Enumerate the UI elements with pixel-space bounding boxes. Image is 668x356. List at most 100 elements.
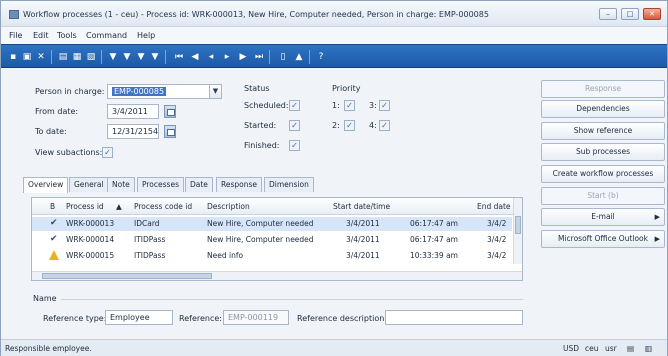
priority-2-checkbox[interactable]: ✓	[344, 120, 355, 131]
cell-start-time: 06:17:47 am	[410, 235, 458, 244]
new-icon[interactable]: ▪	[7, 51, 19, 63]
cell-start-date: 3/4/2011	[346, 235, 380, 244]
alert-icon[interactable]: ▲	[293, 51, 305, 63]
finished-label: Finished:	[244, 141, 280, 150]
grid-horizontal-scroll-thumb[interactable]	[42, 273, 212, 279]
tab-overview[interactable]: Overview	[23, 177, 69, 193]
dependencies-button[interactable]: Dependencies	[541, 100, 665, 118]
column-header-end-date[interactable]: End date	[477, 202, 511, 211]
person-in-charge-field[interactable]: EMP-000085	[107, 84, 211, 99]
check-icon: ✔	[50, 218, 58, 228]
calendar-icon[interactable]	[164, 125, 176, 138]
status-currency[interactable]: USD	[563, 344, 579, 353]
view-subactions-label: View subactions:	[35, 148, 103, 157]
tab-processes[interactable]: Processes	[137, 177, 184, 192]
email-button-label: E-mail	[591, 212, 615, 221]
tab-general[interactable]: General	[69, 177, 109, 192]
cell-process-code-id: ITIDPass	[134, 251, 166, 260]
cell-process-id: WRK-000013	[66, 219, 115, 228]
menu-tools[interactable]: Tools	[57, 31, 77, 40]
filter-icon[interactable]: ▼	[107, 51, 119, 63]
cell-process-code-id: ITIDPass	[134, 235, 166, 244]
grid-horizontal-scrollbar[interactable]	[32, 271, 522, 280]
finished-checkbox[interactable]: ✓	[289, 140, 300, 151]
column-header-process-id[interactable]: Process id	[66, 202, 104, 211]
email-button[interactable]: E-mail ▶	[541, 208, 665, 226]
outlook-button[interactable]: Microsoft Office Outlook ▶	[541, 230, 665, 248]
copy-icon[interactable]: ▧	[85, 51, 97, 63]
save-icon[interactable]: ▣	[21, 51, 33, 63]
menu-help[interactable]: Help	[137, 31, 155, 40]
menu-bar: File Edit Tools Command Help	[1, 27, 667, 44]
table-row[interactable]: ✔ WRK-000013 IDCard New Hire, Computer n…	[32, 217, 512, 231]
title-bar: Workflow processes (1 - ceu) - Process i…	[1, 1, 667, 27]
status-company[interactable]: ceu	[585, 344, 599, 353]
print-icon[interactable]: ▤	[57, 51, 69, 63]
grid-vertical-scroll-thumb[interactable]	[515, 216, 521, 234]
view-subactions-checkbox[interactable]: ✓	[102, 147, 113, 158]
status-bar: Responsible employee. USD ceu usr ▤ ▥	[1, 339, 667, 356]
table-row[interactable]: ✔ WRK-000014 ITIDPass New Hire, Computer…	[32, 233, 512, 247]
start-button[interactable]: Start (b)	[541, 187, 665, 205]
tab-dimension[interactable]: Dimension	[264, 177, 314, 192]
reference-label: Reference:	[179, 314, 222, 323]
preview-icon[interactable]: ▦	[71, 51, 83, 63]
maximize-button[interactable]: □	[621, 8, 639, 20]
status-heading: Status	[244, 84, 270, 93]
priority-4-checkbox[interactable]: ✓	[379, 120, 390, 131]
menu-command[interactable]: Command	[86, 31, 127, 40]
table-row[interactable]: WRK-000015 ITIDPass Need info 3/4/2011 1…	[32, 249, 512, 263]
first-record-icon[interactable]: ⏮	[173, 51, 185, 63]
create-workflow-processes-button[interactable]: Create workflow processes	[541, 165, 665, 183]
last-record-icon[interactable]: ⏭	[253, 51, 265, 63]
minimize-button[interactable]: –	[599, 8, 617, 20]
chevron-down-icon[interactable]: ▼	[209, 84, 222, 99]
next-record-icon[interactable]: ▸	[221, 51, 233, 63]
session-icon[interactable]: ▥	[645, 344, 652, 353]
show-reference-button[interactable]: Show reference	[541, 122, 665, 140]
tab-date[interactable]: Date	[185, 177, 213, 192]
filter-selection-icon[interactable]: ▼	[121, 51, 133, 63]
next-page-icon[interactable]: ▶	[237, 51, 249, 63]
previous-record-icon[interactable]: ◂	[205, 51, 217, 63]
advanced-filter-icon[interactable]: ▼	[135, 51, 147, 63]
document-icon[interactable]: ▯	[277, 51, 289, 63]
column-header-description[interactable]: Description	[207, 202, 250, 211]
person-in-charge-label: Person in charge:	[35, 87, 105, 96]
database-icon[interactable]: ▤	[627, 344, 634, 353]
tab-response[interactable]: Response	[216, 177, 263, 192]
calendar-icon[interactable]	[164, 105, 176, 118]
reference-type-field[interactable]: Employee	[105, 310, 173, 325]
help-icon[interactable]: ?	[315, 51, 327, 63]
menu-file[interactable]: File	[9, 31, 22, 40]
previous-page-icon[interactable]: ◀	[189, 51, 201, 63]
reference-type-label: Reference type:	[43, 314, 107, 323]
column-header-b[interactable]: B	[50, 202, 55, 211]
grid-vertical-scrollbar[interactable]	[513, 198, 522, 264]
clear-filter-icon[interactable]: ▼	[149, 51, 161, 63]
warning-icon	[49, 250, 59, 260]
priority-heading: Priority	[332, 84, 361, 93]
started-checkbox[interactable]: ✓	[289, 120, 300, 131]
menu-edit[interactable]: Edit	[33, 31, 49, 40]
from-date-field[interactable]: 3/4/2011	[107, 104, 159, 119]
toolbar-separator	[269, 50, 270, 64]
priority-3-checkbox[interactable]: ✓	[379, 100, 390, 111]
scheduled-checkbox[interactable]: ✓	[289, 100, 300, 111]
delete-icon[interactable]: ✕	[35, 51, 47, 63]
priority-1-checkbox[interactable]: ✓	[344, 100, 355, 111]
workflow-processes-window: Workflow processes (1 - ceu) - Process i…	[0, 0, 668, 356]
close-button[interactable]: ✕	[643, 8, 661, 20]
to-date-field[interactable]: 12/31/2154	[107, 124, 159, 139]
tab-note[interactable]: Note	[107, 177, 135, 192]
column-header-process-code-id[interactable]: Process code id	[134, 202, 192, 211]
column-header-start-date-time[interactable]: Start date/time	[333, 202, 390, 211]
reference-description-field[interactable]	[385, 310, 523, 325]
cell-start-time: 10:33:39 am	[410, 251, 458, 260]
scheduled-label: Scheduled:	[244, 101, 289, 110]
chevron-right-icon: ▶	[654, 235, 660, 243]
response-button[interactable]: Response	[541, 80, 665, 98]
status-layer[interactable]: usr	[605, 344, 617, 353]
reference-field[interactable]: EMP-000119	[223, 310, 289, 325]
sub-processes-button[interactable]: Sub processes	[541, 143, 665, 161]
